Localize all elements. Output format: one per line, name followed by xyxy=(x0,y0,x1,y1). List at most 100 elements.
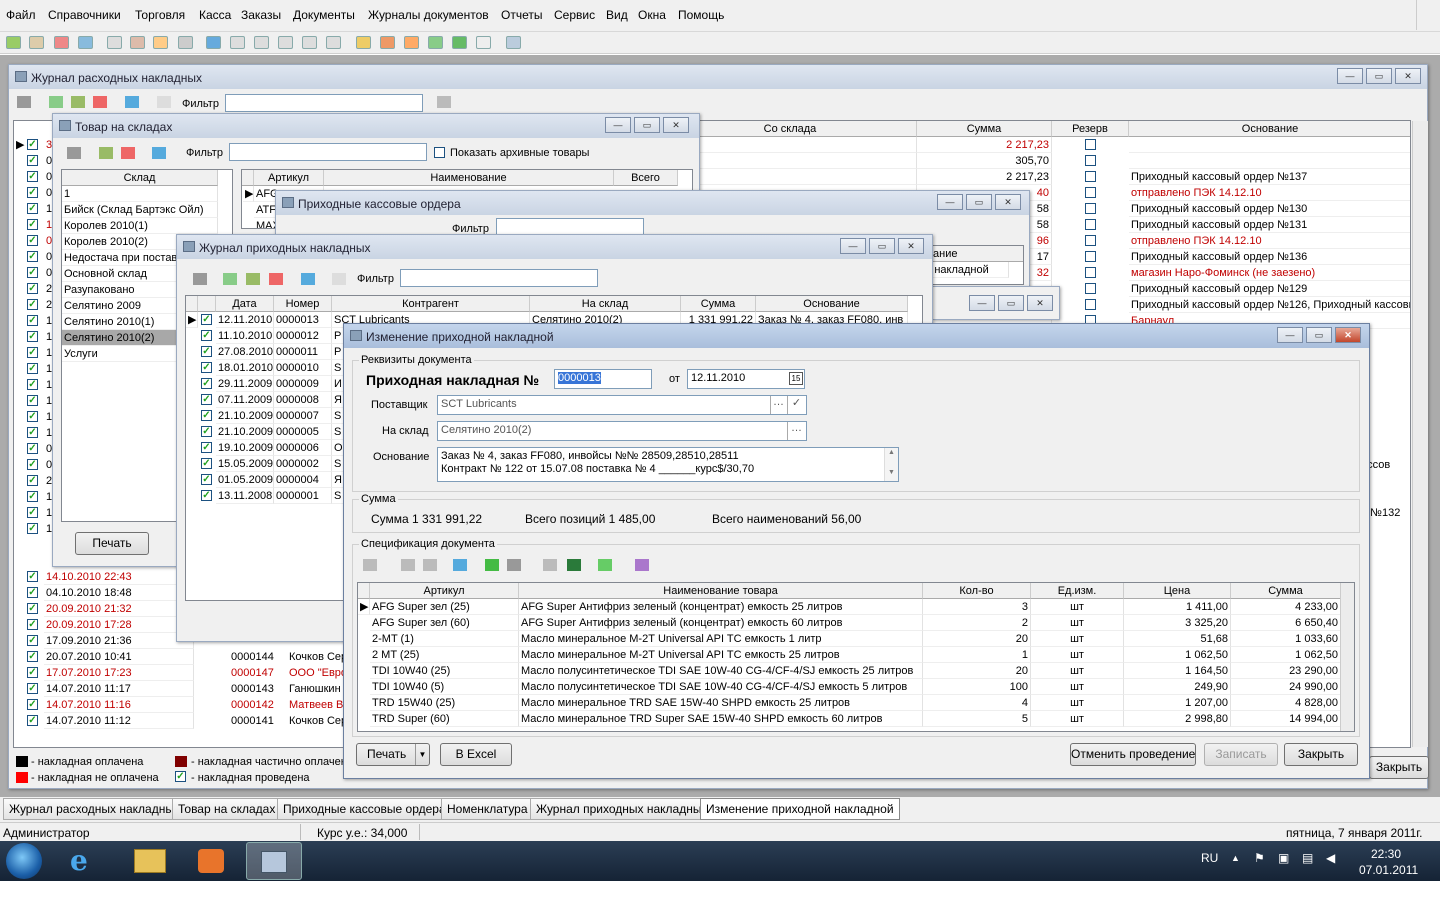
approve-icon[interactable] xyxy=(485,559,499,571)
basis-cell[interactable]: Приходный кассовый ордер №130 xyxy=(1129,201,1410,217)
reserve-checkbox[interactable] xyxy=(1085,203,1096,214)
qty-cell[interactable]: 1 xyxy=(923,647,1031,663)
name-cell[interactable]: Масло минеральное М-2Т Universal API TC … xyxy=(519,647,923,663)
date-cell[interactable]: 20.09.2010 17:28 xyxy=(44,617,194,633)
warehouse-item[interactable]: Бийск (Склад Бартэкс Ойл) xyxy=(62,202,218,218)
date-cell[interactable]: 11.10.2010 xyxy=(216,328,274,344)
article-cell[interactable]: TDI 10W40 (5) xyxy=(370,679,519,695)
number-cell[interactable]: 0000147 xyxy=(229,665,285,681)
unit-cell[interactable]: шт xyxy=(1031,647,1124,663)
toolbar-icon[interactable] xyxy=(401,559,415,571)
doc-number-input[interactable]: 0000013 xyxy=(554,369,652,389)
date-input[interactable]: 12.11.2010 15 xyxy=(687,369,805,389)
unit-cell[interactable]: шт xyxy=(1031,679,1124,695)
column-header-article[interactable]: Артикул xyxy=(370,583,519,599)
maximize-button[interactable]: ▭ xyxy=(966,194,992,210)
column-header-qty[interactable]: Кол-во xyxy=(923,583,1031,599)
basis-cell[interactable]: магазин Наро-Фоминск (не заезено) xyxy=(1129,265,1410,281)
column-header-article[interactable]: Артикул xyxy=(254,170,324,186)
warehouse-cell[interactable]: 0(1) xyxy=(664,153,917,169)
date-cell[interactable]: 14.07.2010 11:16 xyxy=(44,697,194,713)
menu-documents[interactable]: Документы xyxy=(293,8,355,22)
menu-cash[interactable]: Касса xyxy=(199,8,231,22)
number-cell[interactable]: 0000006 xyxy=(274,440,332,456)
date-cell[interactable]: 14.10.2010 22:43 xyxy=(44,569,194,585)
calendar-icon[interactable]: 15 xyxy=(789,372,803,385)
excel-icon[interactable] xyxy=(567,559,581,571)
add-icon[interactable] xyxy=(223,273,237,285)
sum-cell[interactable]: 305,70 xyxy=(917,153,1052,169)
cancel-posting-button[interactable]: Отменить проведение xyxy=(1070,743,1196,766)
toolbar-icon[interactable] xyxy=(54,36,69,49)
column-header-price[interactable]: Цена xyxy=(1124,583,1231,599)
reserve-checkbox[interactable] xyxy=(1085,251,1096,262)
refresh-icon[interactable] xyxy=(152,147,166,159)
price-cell[interactable]: 249,90 xyxy=(1124,679,1231,695)
toolbar-icon[interactable] xyxy=(17,96,31,108)
date-cell[interactable]: 12.11.2010 xyxy=(216,312,274,328)
column-header-sum[interactable]: Сумма xyxy=(917,121,1052,137)
column-header-basis[interactable]: Основание xyxy=(1129,121,1410,137)
gear-icon[interactable] xyxy=(506,36,521,49)
basis-cell[interactable]: Приходный кассовый ордер №136 xyxy=(1129,249,1410,265)
toolbar-icon[interactable] xyxy=(78,36,93,49)
delete-icon[interactable] xyxy=(121,147,135,159)
basis-cell[interactable] xyxy=(1129,137,1410,153)
article-cell[interactable]: AFG Super зел (60) xyxy=(370,615,519,631)
close-button[interactable]: ✕ xyxy=(1027,295,1053,311)
browse-icon[interactable]: … xyxy=(787,422,805,440)
edit-icon[interactable] xyxy=(246,273,260,285)
partner-cell[interactable]: Матвеев Влад xyxy=(287,697,349,713)
number-cell[interactable]: 0000013 xyxy=(274,312,332,328)
close-button[interactable]: ✕ xyxy=(663,117,689,133)
tab-nomenclature[interactable]: Номенклатура xyxy=(441,798,534,820)
sum-cell[interactable]: 1 033,60 xyxy=(1231,631,1341,647)
calendar-icon[interactable] xyxy=(157,96,171,108)
article-cell[interactable]: TRD 15W40 (25) xyxy=(370,695,519,711)
vertical-scrollbar[interactable] xyxy=(1412,121,1428,747)
edit-icon[interactable] xyxy=(99,147,113,159)
menu-reports[interactable]: Отчеты xyxy=(501,8,542,22)
partner-cell[interactable]: Кочков Серге xyxy=(287,649,349,665)
active-app-taskbar-button[interactable] xyxy=(246,842,302,880)
article-cell[interactable]: AFG Super зел (25) xyxy=(370,599,519,615)
supplier-input[interactable]: SCT Lubricants … ✓ xyxy=(437,395,807,415)
calendar-icon[interactable] xyxy=(332,273,346,285)
toolbar-icon[interactable] xyxy=(380,36,395,49)
partner-cell[interactable]: ООО "Европ xyxy=(287,665,349,681)
number-cell[interactable]: 0000012 xyxy=(274,328,332,344)
unit-cell[interactable]: шт xyxy=(1031,615,1124,631)
number-cell[interactable]: 0000002 xyxy=(274,456,332,472)
sum-cell[interactable]: 4 828,00 xyxy=(1231,695,1341,711)
qty-cell[interactable]: 5 xyxy=(923,711,1031,727)
volume-icon[interactable]: ◀ xyxy=(1326,851,1335,865)
reserve-checkbox[interactable] xyxy=(1085,171,1096,182)
column-header-number[interactable]: Номер xyxy=(274,296,332,312)
start-button-icon[interactable] xyxy=(6,843,42,879)
column-header-partner[interactable]: Контрагент xyxy=(332,296,530,312)
explorer-folder-icon[interactable] xyxy=(134,849,166,873)
flag-icon[interactable]: ⚑ xyxy=(1254,851,1265,865)
column-header-name[interactable]: Наименование товара xyxy=(519,583,923,599)
check-icon[interactable]: ✓ xyxy=(787,396,805,414)
close-button[interactable]: ✕ xyxy=(898,238,924,254)
export-icon[interactable] xyxy=(598,559,612,571)
column-header-warehouse[interactable]: Со склада xyxy=(664,121,917,137)
toolbar-icon[interactable] xyxy=(302,36,317,49)
toolbar-icon[interactable] xyxy=(476,36,491,49)
print-icon[interactable] xyxy=(437,96,451,108)
column-header-basis[interactable]: ание xyxy=(917,246,1023,262)
toolbar-icon[interactable] xyxy=(6,36,21,49)
clock-time[interactable]: 22:30 xyxy=(1371,847,1401,861)
qty-cell[interactable]: 3 xyxy=(923,599,1031,615)
menu-view[interactable]: Вид xyxy=(606,8,628,22)
price-cell[interactable]: 3 325,20 xyxy=(1124,615,1231,631)
toolbar-icon[interactable] xyxy=(356,36,371,49)
reserve-checkbox[interactable] xyxy=(1085,155,1096,166)
price-cell[interactable]: 51,68 xyxy=(1124,631,1231,647)
media-player-icon[interactable] xyxy=(198,849,224,873)
print-icon[interactable] xyxy=(507,559,521,571)
outgoing-close-button[interactable]: Закрыть xyxy=(1369,756,1429,779)
unit-cell[interactable]: шт xyxy=(1031,663,1124,679)
number-cell[interactable]: 0000009 xyxy=(274,376,332,392)
